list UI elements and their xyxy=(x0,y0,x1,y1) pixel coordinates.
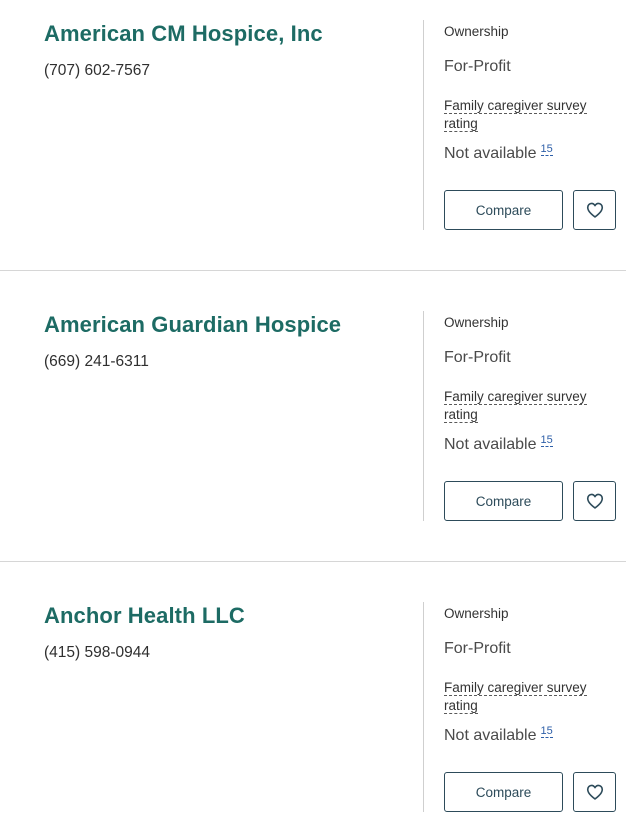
survey-rating-text: Not available xyxy=(444,145,537,162)
card-column-divider xyxy=(423,602,424,812)
footnote-link[interactable]: 15 xyxy=(540,143,553,156)
survey-rating-text: Not available xyxy=(444,727,537,744)
heart-outline-icon xyxy=(586,493,603,509)
card-divider xyxy=(0,561,626,562)
ownership-label: Ownership xyxy=(444,315,509,330)
favorite-button[interactable] xyxy=(573,190,616,230)
survey-rating-value: Not available 15 xyxy=(444,725,553,745)
ownership-label: Ownership xyxy=(444,24,509,39)
survey-rating-label-text[interactable]: Family caregiver survey rating xyxy=(444,389,587,423)
footnote-link[interactable]: 15 xyxy=(540,725,553,738)
favorite-button[interactable] xyxy=(573,772,616,812)
ownership-value: For-Profit xyxy=(444,640,511,657)
survey-rating-label[interactable]: Family caregiver survey rating xyxy=(444,388,614,424)
provider-phone: (669) 241-6311 xyxy=(44,353,149,370)
compare-button[interactable]: Compare xyxy=(444,481,563,521)
provider-name-link[interactable]: Anchor Health LLC xyxy=(44,603,245,629)
provider-card: American Guardian Hospice (669) 241-6311… xyxy=(0,311,626,581)
card-column-divider xyxy=(423,20,424,230)
provider-card: American CM Hospice, Inc (707) 602-7567 … xyxy=(0,20,626,290)
survey-rating-text: Not available xyxy=(444,436,537,453)
survey-rating-value: Not available 15 xyxy=(444,143,553,163)
ownership-label: Ownership xyxy=(444,606,509,621)
ownership-value: For-Profit xyxy=(444,349,511,366)
survey-rating-label[interactable]: Family caregiver survey rating xyxy=(444,679,614,715)
provider-name-link[interactable]: American Guardian Hospice xyxy=(44,312,341,338)
heart-outline-icon xyxy=(586,784,603,800)
survey-rating-label-text[interactable]: Family caregiver survey rating xyxy=(444,680,587,714)
footnote-link[interactable]: 15 xyxy=(540,434,553,447)
ownership-value: For-Profit xyxy=(444,58,511,75)
provider-phone: (415) 598-0944 xyxy=(44,644,150,661)
provider-name-link[interactable]: American CM Hospice, Inc xyxy=(44,21,323,47)
card-divider xyxy=(0,270,626,271)
favorite-button[interactable] xyxy=(573,481,616,521)
survey-rating-label[interactable]: Family caregiver survey rating xyxy=(444,97,614,133)
provider-phone: (707) 602-7567 xyxy=(44,62,150,79)
survey-rating-label-text[interactable]: Family caregiver survey rating xyxy=(444,98,587,132)
hospice-results-list: American CM Hospice, Inc (707) 602-7567 … xyxy=(0,0,626,832)
provider-card: Anchor Health LLC (415) 598-0944 Ownersh… xyxy=(0,602,626,832)
compare-button[interactable]: Compare xyxy=(444,190,563,230)
card-column-divider xyxy=(423,311,424,521)
heart-outline-icon xyxy=(586,202,603,218)
survey-rating-value: Not available 15 xyxy=(444,434,553,454)
compare-button[interactable]: Compare xyxy=(444,772,563,812)
